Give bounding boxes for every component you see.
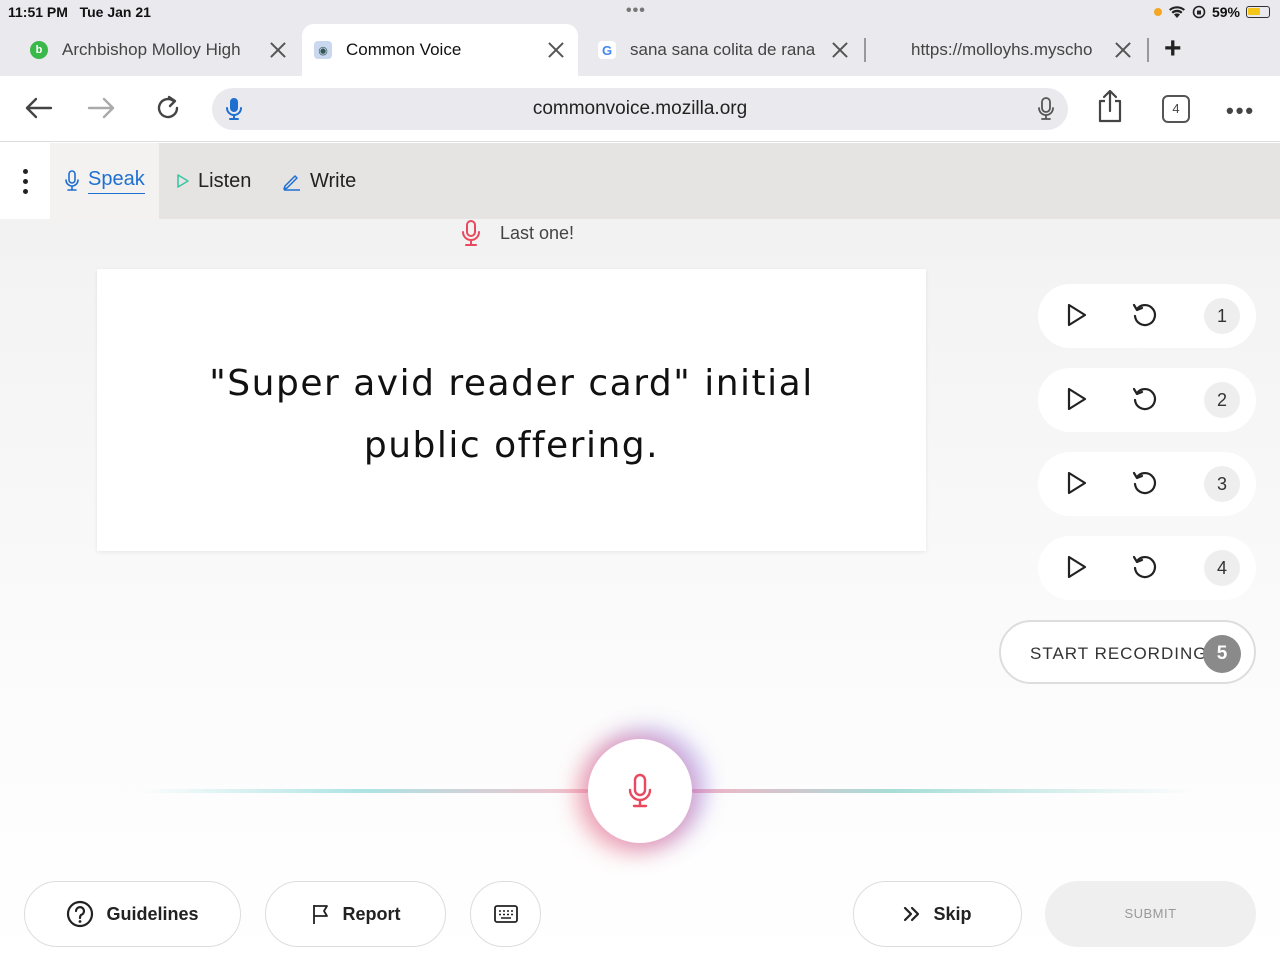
recording-number: 4 bbox=[1204, 550, 1240, 586]
b-icon: b bbox=[30, 41, 48, 59]
back-button[interactable] bbox=[22, 92, 54, 124]
orientation-lock-icon bbox=[1192, 5, 1206, 19]
guidelines-button[interactable]: Guidelines bbox=[24, 881, 241, 947]
new-tab-button[interactable]: + bbox=[1164, 34, 1188, 66]
back-arrow-icon bbox=[25, 97, 53, 119]
recording-pill-3: 3 bbox=[1038, 452, 1256, 516]
play-icon[interactable] bbox=[1066, 302, 1088, 328]
status-bar: 11:51 PM Tue Jan 21 ••• 59% bbox=[0, 0, 1280, 24]
start-recording-label: START RECORDING bbox=[1030, 644, 1208, 663]
flag-icon bbox=[312, 905, 328, 924]
tab-sana-sana[interactable]: G sana sana colita de rana bbox=[598, 24, 852, 76]
keyboard-shortcuts-button[interactable] bbox=[470, 881, 541, 947]
mic-in-use-indicator bbox=[1153, 8, 1162, 16]
play-icon bbox=[177, 174, 189, 188]
forward-button[interactable] bbox=[86, 92, 118, 124]
play-icon[interactable] bbox=[1066, 386, 1088, 412]
tab-overview-button[interactable]: 4 bbox=[1162, 95, 1190, 123]
dictation-mic-icon[interactable] bbox=[1036, 97, 1056, 121]
tab-title: sana sana colita de rana bbox=[630, 40, 816, 59]
google-icon: G bbox=[598, 41, 616, 59]
recording-number: 3 bbox=[1204, 466, 1240, 502]
browser-toolbar: commonvoice.mozilla.org 4 ••• bbox=[0, 76, 1280, 142]
skip-label: Skip bbox=[933, 903, 972, 924]
reload-button[interactable] bbox=[152, 92, 184, 124]
report-button[interactable]: Report bbox=[265, 881, 446, 947]
pencil-icon bbox=[283, 175, 300, 191]
double-chevron-right-icon bbox=[904, 906, 920, 922]
close-tab-icon[interactable] bbox=[544, 38, 568, 62]
close-tab-icon[interactable] bbox=[266, 38, 290, 62]
status-message: Last one! bbox=[500, 222, 575, 243]
share-button[interactable] bbox=[1094, 89, 1126, 123]
mic-icon bbox=[65, 170, 79, 191]
tab-archbishop-molloy[interactable]: b Archbishop Molloy High bbox=[30, 24, 290, 76]
report-label: Report bbox=[342, 903, 401, 924]
prompt-sentence: "Super avid reader card" initial public … bbox=[209, 363, 814, 466]
status-indicators: 59% bbox=[1153, 4, 1270, 20]
tab-molloyhs[interactable]: https://molloyhs.myscho bbox=[911, 24, 1135, 76]
sentence-card: "Super avid reader card" initial public … bbox=[97, 269, 926, 551]
address-bar[interactable]: commonvoice.mozilla.org bbox=[212, 88, 1068, 130]
url-text: commonvoice.mozilla.org bbox=[532, 98, 748, 119]
nav-write-label: Write bbox=[310, 169, 357, 192]
tab-title: Archbishop Molloy High bbox=[62, 40, 241, 59]
record-mic-button[interactable] bbox=[588, 739, 692, 843]
tab-title: https://molloyhs.myscho bbox=[911, 40, 1093, 59]
site-nav: Speak Listen Write bbox=[0, 143, 1280, 219]
recording-status: Last one! bbox=[460, 219, 574, 247]
menu-button[interactable] bbox=[0, 143, 50, 219]
battery-percent: 59% bbox=[1211, 4, 1240, 20]
question-circle-icon bbox=[67, 900, 94, 928]
tab-title: Common Voice bbox=[346, 40, 462, 59]
reload-icon bbox=[157, 95, 179, 119]
skip-button[interactable]: Skip bbox=[853, 881, 1022, 947]
rerecord-icon[interactable] bbox=[1130, 468, 1160, 498]
tab-common-voice[interactable]: ◉ Common Voice bbox=[302, 24, 578, 76]
nav-speak[interactable]: Speak bbox=[50, 143, 159, 219]
next-recording-number: 5 bbox=[1203, 635, 1241, 673]
wifi-icon bbox=[1168, 6, 1185, 18]
waveform-right bbox=[692, 789, 1192, 793]
recording-pill-1: 1 bbox=[1038, 284, 1256, 348]
nav-write[interactable]: Write bbox=[282, 143, 356, 219]
speak-page: Last one! "Super avid reader card" initi… bbox=[0, 219, 1280, 960]
recording-number: 1 bbox=[1204, 298, 1240, 334]
status-time: 11:51 PM Tue Jan 21 bbox=[8, 4, 151, 20]
nav-listen-label: Listen bbox=[198, 169, 252, 192]
play-icon[interactable] bbox=[1066, 554, 1088, 580]
more-options-icon[interactable]: ••• bbox=[1226, 98, 1255, 124]
submit-button[interactable]: SUBMIT bbox=[1045, 881, 1256, 947]
mic-icon bbox=[462, 220, 480, 246]
close-tab-icon[interactable] bbox=[828, 38, 852, 62]
nav-speak-label: Speak bbox=[88, 168, 145, 194]
keyboard-icon bbox=[493, 905, 518, 923]
recording-pill-2: 2 bbox=[1038, 368, 1256, 432]
tab-divider bbox=[864, 38, 866, 62]
battery-icon bbox=[1246, 6, 1270, 18]
start-recording-button[interactable]: START RECORDING 5 bbox=[999, 620, 1256, 684]
forward-arrow-icon bbox=[87, 97, 115, 119]
play-icon[interactable] bbox=[1066, 470, 1088, 496]
nav-listen[interactable]: Listen bbox=[176, 143, 251, 219]
multitasking-dots-icon[interactable]: ••• bbox=[626, 2, 646, 20]
mic-icon bbox=[628, 773, 652, 808]
share-icon bbox=[1098, 89, 1122, 123]
recording-number: 2 bbox=[1204, 382, 1240, 418]
tab-strip: b Archbishop Molloy High ◉ Common Voice … bbox=[0, 24, 1280, 76]
rerecord-icon[interactable] bbox=[1130, 300, 1160, 330]
guidelines-label: Guidelines bbox=[106, 903, 199, 924]
close-tab-icon[interactable] bbox=[1111, 38, 1135, 62]
tab-divider bbox=[1147, 38, 1149, 62]
robot-icon: ◉ bbox=[314, 41, 332, 59]
rerecord-icon[interactable] bbox=[1130, 552, 1160, 582]
recording-pill-4: 4 bbox=[1038, 536, 1256, 600]
rerecord-icon[interactable] bbox=[1130, 384, 1160, 414]
waveform-left bbox=[140, 789, 588, 793]
